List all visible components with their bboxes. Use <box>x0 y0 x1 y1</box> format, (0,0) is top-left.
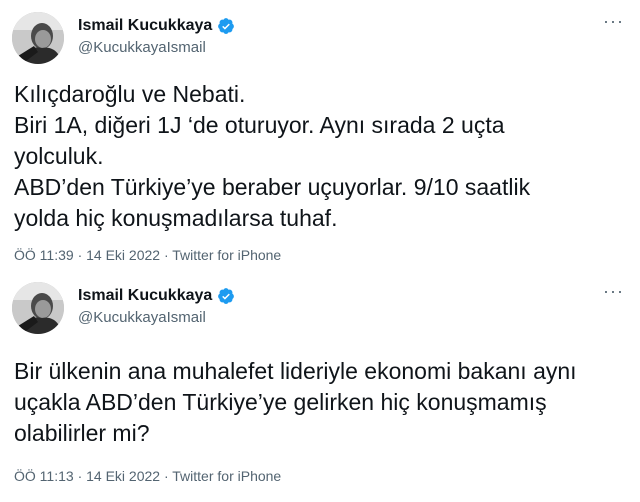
tweet-text: Bir ülkenin ana muhalefet lideriyle ekon… <box>14 356 624 449</box>
tweet-source[interactable]: Twitter for iPhone <box>172 468 281 484</box>
tweet-metadata: ÖÖ 11:39 · 14 Eki 2022 · Twitter for iPh… <box>14 247 281 263</box>
tweet-text-line: ABD’den Türkiye’ye beraber uçuyorlar. 9/… <box>14 174 531 200</box>
meta-separator: · <box>77 468 83 484</box>
avatar[interactable] <box>12 12 64 64</box>
tweet-date[interactable]: 14 Eki 2022 <box>86 247 160 263</box>
tweet-date[interactable]: 14 Eki 2022 <box>86 468 160 484</box>
author-name-row: Ismail Kucukkaya <box>78 16 235 36</box>
tweet-time[interactable]: ÖÖ 11:13 <box>14 468 74 484</box>
tweet-text-line: Biri 1A, diğeri 1J ‘de oturuyor. Aynı sı… <box>14 112 505 138</box>
tweet-text-line: Bir ülkenin ana muhalefet lideriyle ekon… <box>14 358 577 384</box>
avatar[interactable] <box>12 282 64 334</box>
tweet[interactable]: Ismail Kucukkaya @KucukkayaIsmail ··· Kı… <box>0 0 640 270</box>
meta-separator: · <box>163 468 169 484</box>
tweet-time[interactable]: ÖÖ 11:39 <box>14 247 74 263</box>
author-name[interactable]: Ismail Kucukkaya <box>78 17 212 35</box>
tweet-source[interactable]: Twitter for iPhone <box>172 247 281 263</box>
author-handle[interactable]: @KucukkayaIsmail <box>78 39 206 56</box>
author-name-row: Ismail Kucukkaya <box>78 286 235 306</box>
meta-separator: · <box>163 247 169 263</box>
verified-badge-icon <box>217 287 235 305</box>
more-options-icon[interactable]: ··· <box>603 12 624 30</box>
meta-separator: · <box>77 247 83 263</box>
tweet-text-line: uçakla ABD’den Türkiye’ye gelirken hiç k… <box>14 389 547 415</box>
tweet-text-line: olabilirler mi? <box>14 420 150 446</box>
tweet-text: Kılıçdaroğlu ve Nebati. Biri 1A, diğeri … <box>14 79 624 234</box>
profile-photo-icon <box>12 12 64 64</box>
more-options-icon[interactable]: ··· <box>603 282 624 300</box>
verified-badge-icon <box>217 17 235 35</box>
tweet[interactable]: Ismail Kucukkaya @KucukkayaIsmail ··· Bi… <box>0 270 640 502</box>
author-handle[interactable]: @KucukkayaIsmail <box>78 309 206 326</box>
profile-photo-icon <box>12 282 64 334</box>
author-name[interactable]: Ismail Kucukkaya <box>78 287 212 305</box>
tweet-metadata: ÖÖ 11:13 · 14 Eki 2022 · Twitter for iPh… <box>14 468 281 484</box>
tweet-text-line: Kılıçdaroğlu ve Nebati. <box>14 81 246 107</box>
tweet-text-line: yolculuk. <box>14 143 104 169</box>
tweet-text-line: yolda hiç konuşmadılarsa tuhaf. <box>14 205 338 231</box>
